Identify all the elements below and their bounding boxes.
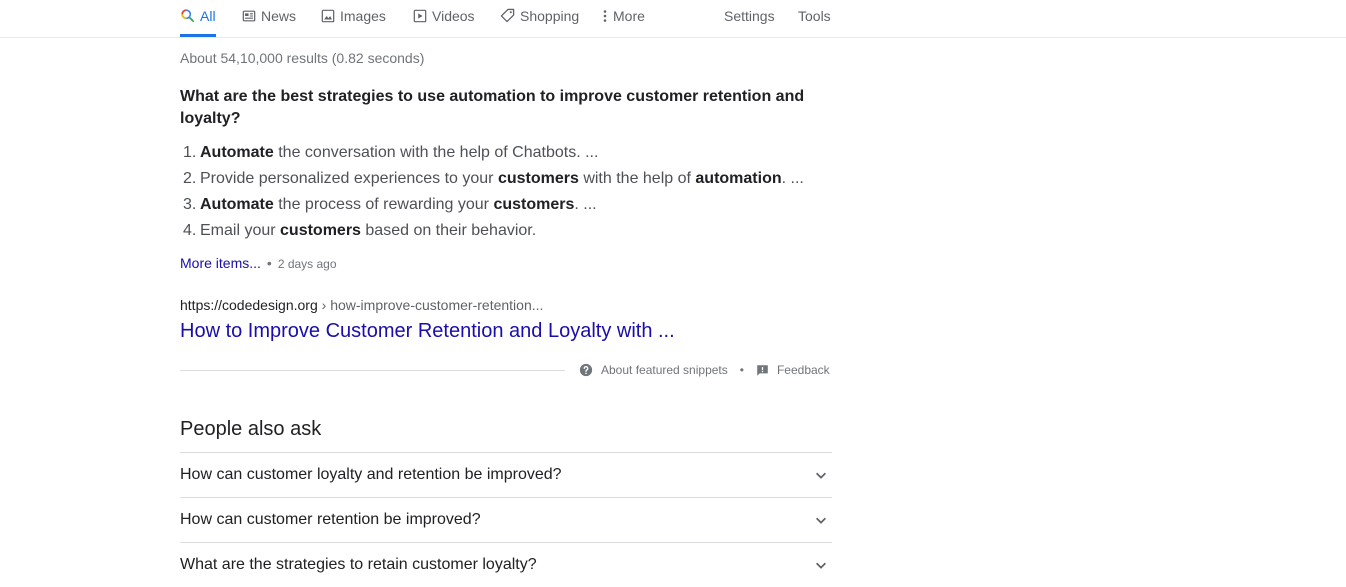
snippet-text: with the help of [578,170,696,187]
images-icon [321,9,335,22]
tab-more[interactable]: More [602,0,645,37]
tools-label: Tools [798,7,831,24]
about-featured-snippets-button[interactable]: About featured snippets [579,363,728,377]
cite-path: › how-improve-customer-retention... [317,297,544,313]
separator-dot: • [266,255,272,271]
tab-images[interactable]: Images [321,0,386,37]
more-items-link[interactable]: More items... [180,255,261,271]
paa-question[interactable]: What are the strategies to retain custom… [180,542,832,587]
settings-button[interactable]: Settings [724,0,775,37]
snippet-list-item: 1. Automate the conversation with the hel… [180,142,804,168]
snippet-footer: About featured snippets • Feedback [180,358,832,382]
snippet-list-item: 3. Automate the process of rewarding your… [180,194,804,220]
tab-images-label: Images [340,7,386,24]
chevron-down-icon [816,472,826,479]
about-featured-snippets-label: About featured snippets [601,363,728,377]
tab-shopping-label: Shopping [520,7,580,24]
bold-text: Automate [200,196,274,213]
bold-text: Automate [200,144,274,161]
bold-text: customers [497,170,579,187]
feedback-icon [757,364,768,376]
bold-text: customers [493,196,575,213]
tab-news-label: News [261,7,297,24]
tools-button[interactable]: Tools [798,0,831,37]
more-vertical-icon [603,9,607,22]
videos-icon [413,9,427,22]
paa-question[interactable]: How can customer retention be improved? [180,497,832,542]
help-icon [579,363,593,377]
tab-more-label: More [613,7,645,24]
result-cite[interactable]: https://codedesign.org › how-improve-cus… [180,297,543,313]
tab-news[interactable]: News [242,0,296,37]
divider [180,369,565,371]
tab-all-label: All [200,7,216,24]
snippet-text: Provide personalized experiences to your [200,170,498,187]
featured-snippet-question: What are the best strategies to use auto… [180,88,805,127]
tab-videos[interactable]: Videos [413,0,475,37]
tab-all[interactable]: All [180,0,216,37]
feedback-button[interactable]: Feedback [756,363,830,377]
result-title-link[interactable]: How to Improve Customer Retention and Lo… [180,320,675,343]
bold-text: automation [695,170,782,187]
search-tabs-bar: All News Images Videos Shopping More Set… [0,0,1346,38]
result-stats: About 54,10,000 results (0.82 seconds) [180,50,425,66]
paa-question-text: How can customer retention be improved? [180,511,481,528]
more-items-row: More items... • 2 days ago [180,255,337,271]
snippet-text: the process of rewarding your [273,196,494,213]
list-number: 4. [183,222,197,239]
chevron-down-icon [816,517,826,524]
snippet-text: . ... [574,196,597,213]
separator-dot: • [739,363,744,377]
featured-snippet-list: 1. Automate the conversation with the hel… [180,142,804,246]
tab-shopping[interactable]: Shopping [500,0,579,37]
list-number: 3. [183,196,197,213]
snippet-text: . ... [781,170,804,187]
snippet-text: Email your [200,222,281,239]
paa-question-text: What are the strategies to retain custom… [180,556,537,573]
shopping-tag-icon [500,8,515,23]
paa-question-text: How can customer loyalty and retention b… [180,466,562,483]
snippet-date: 2 days ago [277,257,337,271]
cite-domain: https://codedesign.org [180,297,318,313]
list-number: 2. [183,170,197,187]
feedback-label: Feedback [776,363,830,377]
snippet-list-item: 4. Email your customers based on their be… [180,220,804,246]
people-also-ask-list: How can customer loyalty and retention b… [180,452,832,587]
paa-question[interactable]: How can customer loyalty and retention b… [180,452,832,497]
tab-videos-label: Videos [432,7,475,24]
news-icon [242,10,256,21]
people-also-ask-title: People also ask [180,418,322,440]
snippet-text: the conversation with the help of Chatbo… [273,144,599,161]
bold-text: customers [280,222,361,239]
chevron-down-icon [816,562,826,569]
settings-label: Settings [724,7,775,24]
snippet-text: based on their behavior. [360,222,537,239]
list-number: 1. [183,144,197,161]
search-icon [181,9,194,22]
snippet-list-item: 2. Provide personalized experiences to yo… [180,168,804,194]
